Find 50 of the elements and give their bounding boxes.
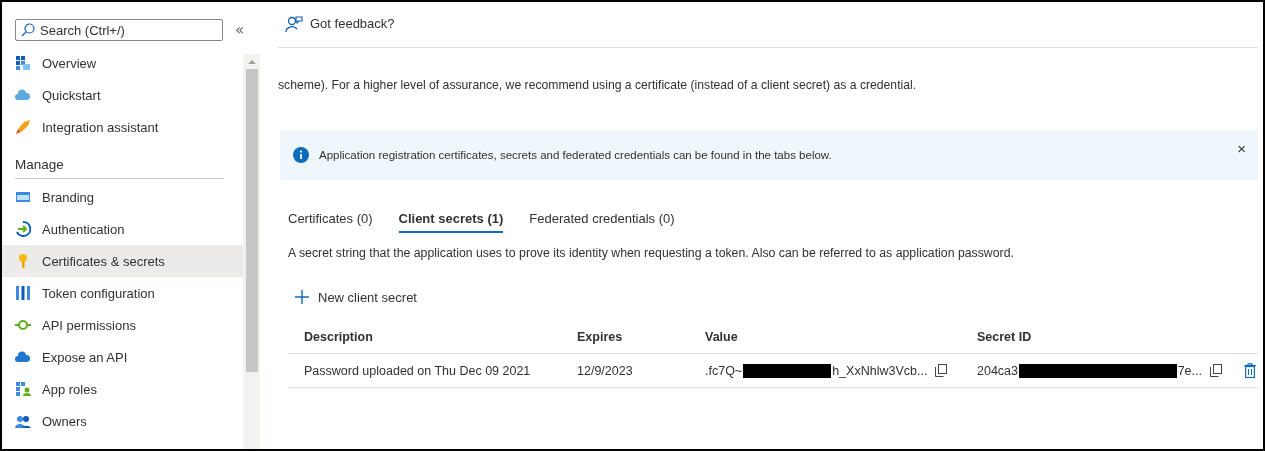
table-cell-text: Password uploaded on Thu Dec 09 2021 [304, 363, 532, 378]
plus-icon [294, 289, 310, 305]
search-field[interactable]: Search (Ctrl+/) [15, 19, 223, 41]
nav-item[interactable]: Owners [2, 405, 243, 437]
table-cell: 204ca3 [977, 363, 1018, 378]
feedback-button[interactable]: Got feedback? [278, 14, 395, 33]
copy-icon[interactable] [935, 364, 948, 377]
tab[interactable]: Certificates (0) [288, 209, 373, 233]
banner-message: Application registration certificates, secrets and federated credentials can be found in the tabs below. [319, 149, 833, 161]
intro-paragraph: scheme). For a higher level of assurance, we recommend using a certificate (instead of a client secret) as a credential. [278, 77, 918, 94]
nav-item[interactable]: Certificates & secrets [2, 245, 243, 277]
info-icon [293, 147, 309, 163]
delete-icon[interactable] [1244, 363, 1256, 378]
sign-in-icon [15, 221, 31, 237]
tab[interactable]: Client secrets (1) [398, 209, 504, 233]
column-header: Description [304, 330, 374, 344]
new-client-secret-button[interactable]: New client secret [294, 289, 417, 305]
description-text: A secret string that the application uses to prove its identity when requesting a token. Also can be referred to as application password. [288, 246, 1015, 260]
column-header: Secret ID [977, 330, 1033, 344]
connector-icon [15, 317, 31, 333]
cloud-icon [15, 349, 31, 365]
people-icon [15, 413, 31, 429]
tab[interactable]: Federated credentials (0) [529, 209, 675, 233]
nav-item[interactable]: Branding [2, 181, 243, 213]
nav-item[interactable]: Overview [2, 47, 243, 79]
table-cell: .fc7Q~ [705, 363, 743, 378]
table-cell: 7e... [1177, 363, 1202, 378]
scrollbar-thumb[interactable] [245, 69, 258, 372]
collapse-button[interactable]: « [231, 21, 243, 39]
copy-icon[interactable] [1210, 364, 1222, 377]
grid-person-icon [15, 381, 31, 397]
nav-item[interactable]: App roles [2, 373, 243, 405]
cloud-icon [15, 87, 31, 103]
nav-item[interactable]: Integration assistant [2, 111, 243, 143]
feedback-person-icon [285, 14, 303, 33]
table-cell-text: 12/9/2023 [577, 363, 634, 378]
grid-icon [15, 55, 31, 71]
search-icon [21, 23, 35, 37]
close-button[interactable]: × [1235, 139, 1248, 157]
nav-item[interactable]: Expose an API [2, 341, 243, 373]
bars-icon [15, 285, 31, 301]
nav-item[interactable]: API permissions [2, 309, 243, 341]
window-icon [15, 189, 31, 205]
nav-item[interactable]: Quickstart [2, 79, 243, 111]
nav-item[interactable]: Authentication [2, 213, 243, 245]
column-header: Expires [577, 330, 624, 344]
column-header: Value [705, 330, 739, 344]
table-cell: h_XxNhlw3Vcb... [832, 363, 928, 378]
section-heading: Manage [14, 156, 65, 174]
nav-item[interactable]: Token configuration [2, 277, 243, 309]
